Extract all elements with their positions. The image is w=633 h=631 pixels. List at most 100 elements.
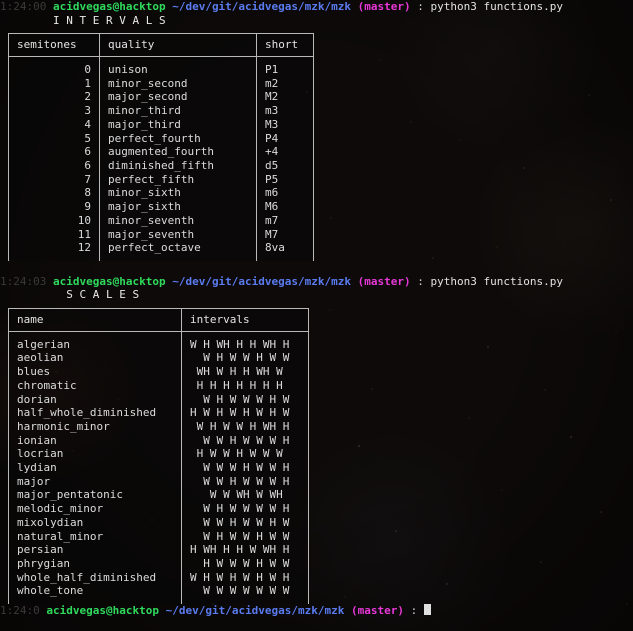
prompt-line-1: 1:24:00 acidvegas@hacktop ~/dev/git/acid… [0, 0, 633, 14]
cell-scale-name: persian [17, 543, 64, 557]
cell-scale-name: half_whole_diminished [17, 406, 157, 420]
terminal-output[interactable]: 1:24:0 0 acidvegas@hacktop ~/dev/git/acid… [0, 0, 633, 618]
cell-scale-name: phrygian [17, 556, 70, 570]
prompt-space-1 [46, 0, 53, 13]
table-row: lydian W W W H W W H [8, 461, 309, 475]
table-row: dorian W H W W W H W [8, 392, 309, 407]
cell-scale-intervals: H H H H H H H [190, 378, 283, 392]
cell-quality: unison [108, 63, 148, 77]
prompt-line-3[interactable]: 1:24:0 acidvegas@hacktop ~/dev/git/acidv… [0, 604, 633, 618]
cell-semitones: 10 [77, 213, 91, 227]
cell-short: +4 [265, 145, 279, 159]
cell-scale-name: blues [17, 365, 51, 379]
table-row: phrygian H W W W H W W [8, 556, 309, 571]
cell-short: P4 [265, 131, 279, 145]
prompt-path: ~/dev/git/acidvegas/mzk/mzk [165, 604, 345, 618]
cell-quality: diminished_fifth [108, 159, 214, 172]
table-row: 6 augmented_fourth +4 [8, 145, 314, 159]
table-row: 4 major_third M3 [8, 117, 314, 132]
block-cursor[interactable] [423, 604, 431, 616]
table-row: mixolydian W W H W W H W [8, 515, 309, 530]
cell-scale-name: algerian [17, 337, 70, 351]
cell-scale-intervals: W H W W H W W [190, 529, 290, 543]
cell-scale-name: major [17, 474, 51, 488]
cell-scale-name: whole_half_diminished [17, 570, 157, 584]
cell-quality: perfect_octave [108, 241, 201, 255]
prompt-git-branch: (master) [351, 604, 405, 618]
table-row: 7 perfect_fifth P5 [8, 172, 314, 187]
table-row: half_whole_diminished H W H W H W H W [8, 406, 309, 420]
cell-scale-intervals: WH W H H WH W [190, 365, 283, 379]
cell-quality: minor_sixth [108, 186, 181, 200]
cell-quality: minor_third [108, 104, 181, 118]
prompt-command: python3 functions.py [430, 0, 563, 13]
column-header-name: name [8, 307, 182, 332]
cell-scale-intervals: W H W W H WH H [190, 419, 290, 433]
cell-semitones: 1 [84, 76, 91, 90]
table-row: ionian W W H W W W H [8, 433, 309, 448]
cell-quality: major_third [108, 117, 181, 131]
cell-semitones: 6 [84, 145, 91, 159]
prompt-user-host: acidvegas@hacktop [46, 604, 159, 618]
cell-semitones: 12 [77, 241, 91, 255]
cell-short: m2 [265, 76, 279, 90]
prompt-space-1 [46, 275, 53, 288]
cell-scale-intervals: W W WH W WH [190, 488, 283, 502]
cell-quality: major_seventh [108, 227, 195, 241]
table-row: blues WH W H H WH W [8, 365, 309, 379]
prompt-user-host: acidvegas@hacktop [52, 0, 166, 13]
cell-semitones: 5 [84, 131, 91, 145]
cell-scale-intervals: W H W W W H W [190, 392, 290, 406]
cell-scale-intervals: H W W H W W W [190, 447, 283, 461]
cell-semitones: 7 [84, 172, 91, 186]
cell-semitones: 4 [84, 117, 91, 131]
cell-scale-name: mixolydian [17, 515, 84, 529]
banner-intervals: I N T E R V A L S [0, 13, 166, 27]
cell-scale-name: lydian [17, 461, 57, 475]
cell-scale-intervals: W W H W W H W [190, 515, 290, 529]
cell-semitones: 9 [84, 200, 91, 214]
cell-quality: perfect_fourth [108, 131, 201, 145]
prompt-timestamp: 1:24:03 [0, 274, 47, 288]
prompt-space-2 [159, 604, 166, 617]
intervals-table-head: semitones quality short [8, 33, 314, 58]
cell-semitones: 8 [84, 186, 91, 200]
cell-scale-name: chromatic [17, 378, 77, 392]
column-header-semitones: semitones [8, 33, 100, 58]
scales-table-wrapper: name intervals algerian W H WH H H WH H a… [0, 307, 633, 605]
prompt-space-5 [424, 0, 431, 13]
table-row: locrian H W W H W W W [8, 447, 309, 462]
cell-scale-intervals: W W W W W W W [190, 584, 290, 598]
cell-semitones: 0 [84, 63, 91, 77]
cell-scale-name: melodic_minor [17, 502, 104, 516]
cell-scale-name: harmonic_minor [17, 419, 110, 433]
prompt-separator: : [417, 0, 424, 13]
cell-semitones: 2 [84, 90, 91, 104]
prompt-space-5 [424, 275, 431, 288]
table-row: aeolian W H W W H W W [8, 351, 309, 366]
cell-short: M2 [265, 90, 279, 104]
prompt-space-4 [404, 604, 411, 617]
cell-quality: major_sixth [108, 200, 181, 214]
table-row: 5 perfect_fourth P4 [8, 131, 314, 146]
table-row: 11 major_seventh M7 [8, 227, 314, 242]
table-row: 1 minor_second m2 [8, 76, 314, 91]
prompt-git-branch: (master) [357, 274, 411, 288]
cell-scale-name: major_pentatonic [17, 488, 123, 502]
scales-table-body: algerian W H WH H H WH H aeolian W H W W … [8, 330, 309, 605]
prompt-space-5 [417, 604, 424, 617]
prompt-timestamp: 1:24:0 [0, 604, 40, 618]
cell-short: m7 [265, 213, 279, 227]
table-row: melodic_minor W H W W W W H [8, 502, 309, 516]
table-row: major_pentatonic W W WH W WH [8, 488, 309, 503]
column-header-quality: quality [99, 33, 257, 58]
cell-semitones: 3 [84, 104, 91, 118]
cell-short: M6 [265, 200, 279, 214]
table-row: whole_half_diminished W H W H W H W H [8, 570, 309, 585]
table-row: 0 unison P1 [8, 56, 314, 77]
prompt-path: ~/dev/git/acidvegas/mzk/mzk [172, 0, 352, 13]
cell-short: M7 [265, 227, 279, 241]
cell-scale-intervals: W H W W W W H [190, 502, 290, 516]
scales-table-head: name intervals [8, 307, 309, 332]
cell-scale-intervals: W W W H W W H [190, 461, 290, 475]
